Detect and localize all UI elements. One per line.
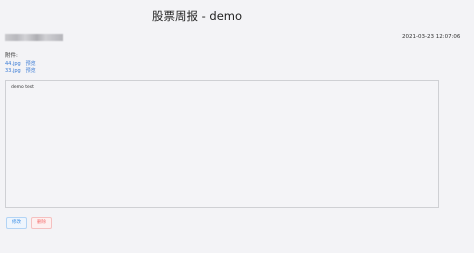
attachments-label: 附件: [5, 53, 18, 59]
editor-content-text: demo test [11, 85, 34, 90]
attachment-filename-link[interactable]: 33.jpg [5, 68, 24, 74]
post-timestamp: 2021-03-23 12:07:06 [402, 34, 461, 40]
blurred-author-info [5, 34, 63, 41]
edit-button[interactable]: 修改 [6, 217, 27, 229]
attachment-item: 33.jpg 预览 [5, 67, 36, 74]
attachment-preview-link[interactable]: 预览 [26, 68, 36, 74]
attachment-item: 44.jpg 预览 [5, 60, 36, 67]
delete-button[interactable]: 删除 [31, 217, 52, 229]
page-title: 股票周报 - demo [151, 9, 243, 23]
content-editor[interactable]: demo test [5, 80, 439, 208]
